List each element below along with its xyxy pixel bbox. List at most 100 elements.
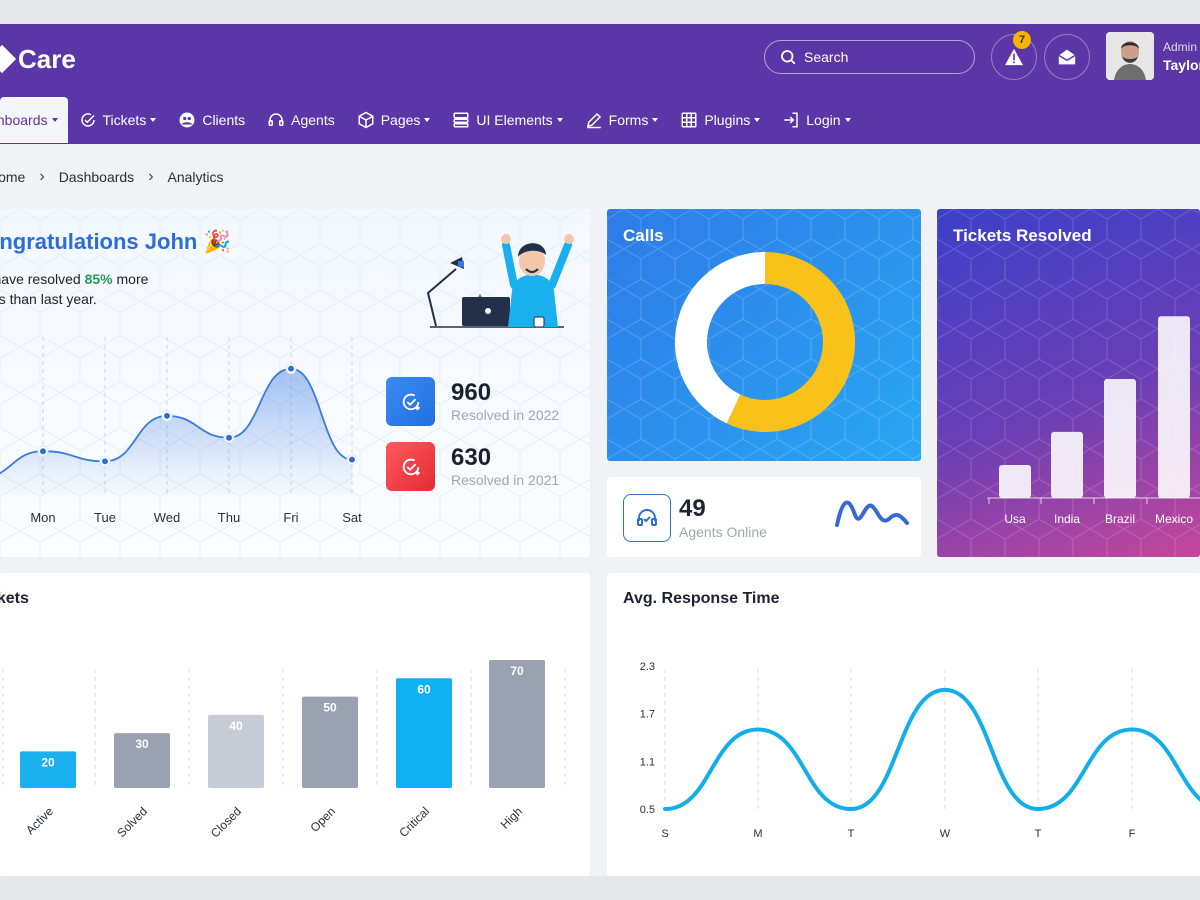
x-tick-label: Brazil (1105, 512, 1135, 526)
x-tick-label: India (1054, 512, 1080, 526)
data-point (288, 365, 294, 372)
user-role: Admin (1163, 40, 1198, 54)
x-tick-label: Solved (114, 804, 150, 840)
clients-icon (179, 112, 195, 128)
agents-sparkline (835, 500, 909, 527)
calls-donut-chart (675, 252, 855, 432)
login-icon (784, 112, 799, 128)
chevron-down-icon (844, 118, 851, 122)
search-input[interactable]: Search (764, 40, 975, 74)
headset-icon (623, 494, 671, 542)
brand-logo[interactable]: Care (0, 42, 76, 76)
user-name: Taylor (1163, 57, 1200, 73)
x-tick-label: Sat (342, 510, 362, 525)
bar (489, 660, 545, 788)
data-point (40, 448, 46, 455)
ticket-check-icon (80, 113, 95, 127)
chevron-down-icon (754, 118, 761, 122)
donut-slice (675, 252, 766, 424)
weekly-area-chart: Mon Tue Wed Thu Fri Sat (0, 337, 362, 525)
user-avatar[interactable] (1106, 32, 1154, 80)
search-placeholder: Search (804, 49, 849, 65)
nav-label: UI Elements (476, 112, 553, 128)
nav-label: Forms (608, 112, 649, 128)
x-tick-label: High (498, 804, 525, 831)
bar-value-label: 30 (135, 737, 149, 751)
main-content: Home › Dashboards › Analytics Congratula… (0, 144, 1200, 876)
nav-dashboards[interactable]: Dashboards (0, 97, 68, 143)
nav-label: Clients (202, 112, 246, 128)
breadcrumb-home[interactable]: Home (0, 169, 25, 185)
x-tick-label: F (1129, 828, 1136, 840)
nav-label: Agents (291, 112, 335, 128)
tickets-bar-chart: 20 Active 30 Solved 40 Closed 50 Open 60 Critical… (2, 660, 566, 841)
x-tick-label: W (940, 828, 951, 840)
bar-value-label: 40 (229, 719, 243, 733)
tickets-resolved-bar-chart: Usa India Brazil Mexico (987, 316, 1200, 526)
nav-forms[interactable]: Forms (574, 97, 670, 143)
x-tick-label: Tue (94, 510, 116, 525)
bar (1104, 379, 1136, 498)
welcome-message: You have resolved 85% more tickets than … (0, 271, 149, 307)
x-tick-label: T (848, 828, 855, 840)
welcome-card: Congratulations John 🎉 You have resolved… (0, 209, 590, 557)
celebration-illustration (426, 234, 574, 328)
area-fill (0, 368, 352, 495)
avg-response-line-chart: 0.5 1.1 1.7 2.3 S M T W T F (640, 661, 1200, 840)
nav-ui-elements[interactable]: UI Elements (441, 97, 573, 143)
check-circle-plus-icon (386, 442, 435, 491)
headset-icon (268, 113, 284, 126)
nav-login[interactable]: Login (771, 97, 861, 143)
y-tick-label: 1.1 (640, 756, 655, 768)
x-tick-label: Mon (30, 510, 55, 525)
top-header: Care Search 7 Admin Taylor Dashboards Ti… (0, 24, 1200, 144)
grid-icon (681, 112, 697, 128)
bar-value-label: 50 (323, 701, 337, 715)
data-point (226, 434, 232, 441)
chevron-down-icon (51, 118, 58, 122)
nav-clients[interactable]: Clients (167, 97, 256, 143)
highlight-percent: 85% (84, 271, 113, 287)
bar (999, 464, 1031, 498)
agents-online-card: 49 Agents Online (607, 477, 921, 557)
series-line (663, 687, 1200, 812)
breadcrumb-dashboards[interactable]: Dashboards (59, 169, 135, 185)
alerts-button[interactable]: 7 (991, 31, 1037, 80)
stat-label: Resolved in 2022 (451, 407, 560, 423)
data-point (164, 412, 170, 419)
user-menu[interactable]: Admin Taylor (1163, 40, 1200, 73)
y-tick-label: 1.7 (640, 709, 655, 721)
tickets-resolved-card: Tickets Resolved Usa India Brazil Mexico (937, 209, 1200, 557)
notification-count-badge: 7 (1013, 31, 1031, 49)
tickets-card: Tickets 20Active30Solved40Closed50Open60… (0, 573, 590, 876)
nav-label: Pages (380, 112, 421, 128)
nav-pages[interactable]: Pages (346, 97, 442, 143)
stat-value: 960 (451, 379, 492, 406)
welcome-title: Congratulations John 🎉 (0, 229, 231, 254)
nav-label: Dashboards (0, 112, 48, 128)
agents-online-label: Agents Online (679, 524, 767, 540)
x-tick-label: Mexico (1155, 512, 1193, 526)
messages-button[interactable] (1044, 34, 1090, 80)
x-tick-label: S (661, 828, 668, 840)
x-tick-label: Usa (1004, 512, 1026, 526)
cube-icon (358, 111, 374, 129)
y-tick-label: 2.3 (640, 661, 655, 673)
x-tick-label: Active (23, 804, 56, 837)
party-popper-icon: 🎉 (203, 229, 231, 254)
bar (1051, 431, 1083, 498)
stat-value: 630 (451, 444, 492, 471)
x-tick-label: Thu (218, 510, 240, 525)
stat-label: Resolved in 2021 (451, 472, 560, 488)
nav-tickets[interactable]: Tickets (68, 97, 168, 143)
nav-plugins[interactable]: Plugins (669, 97, 771, 143)
pencil-icon (586, 112, 601, 129)
x-tick-label: Open (307, 804, 338, 835)
chevron-right-icon: › (148, 168, 154, 185)
calls-card: Calls (607, 209, 921, 461)
x-tick-label: Fri (283, 510, 298, 525)
logo-diamond-icon (0, 44, 17, 74)
y-tick-label: 0.5 (640, 804, 655, 816)
x-tick-label: Wed (154, 510, 181, 525)
nav-agents[interactable]: Agents (256, 97, 346, 143)
